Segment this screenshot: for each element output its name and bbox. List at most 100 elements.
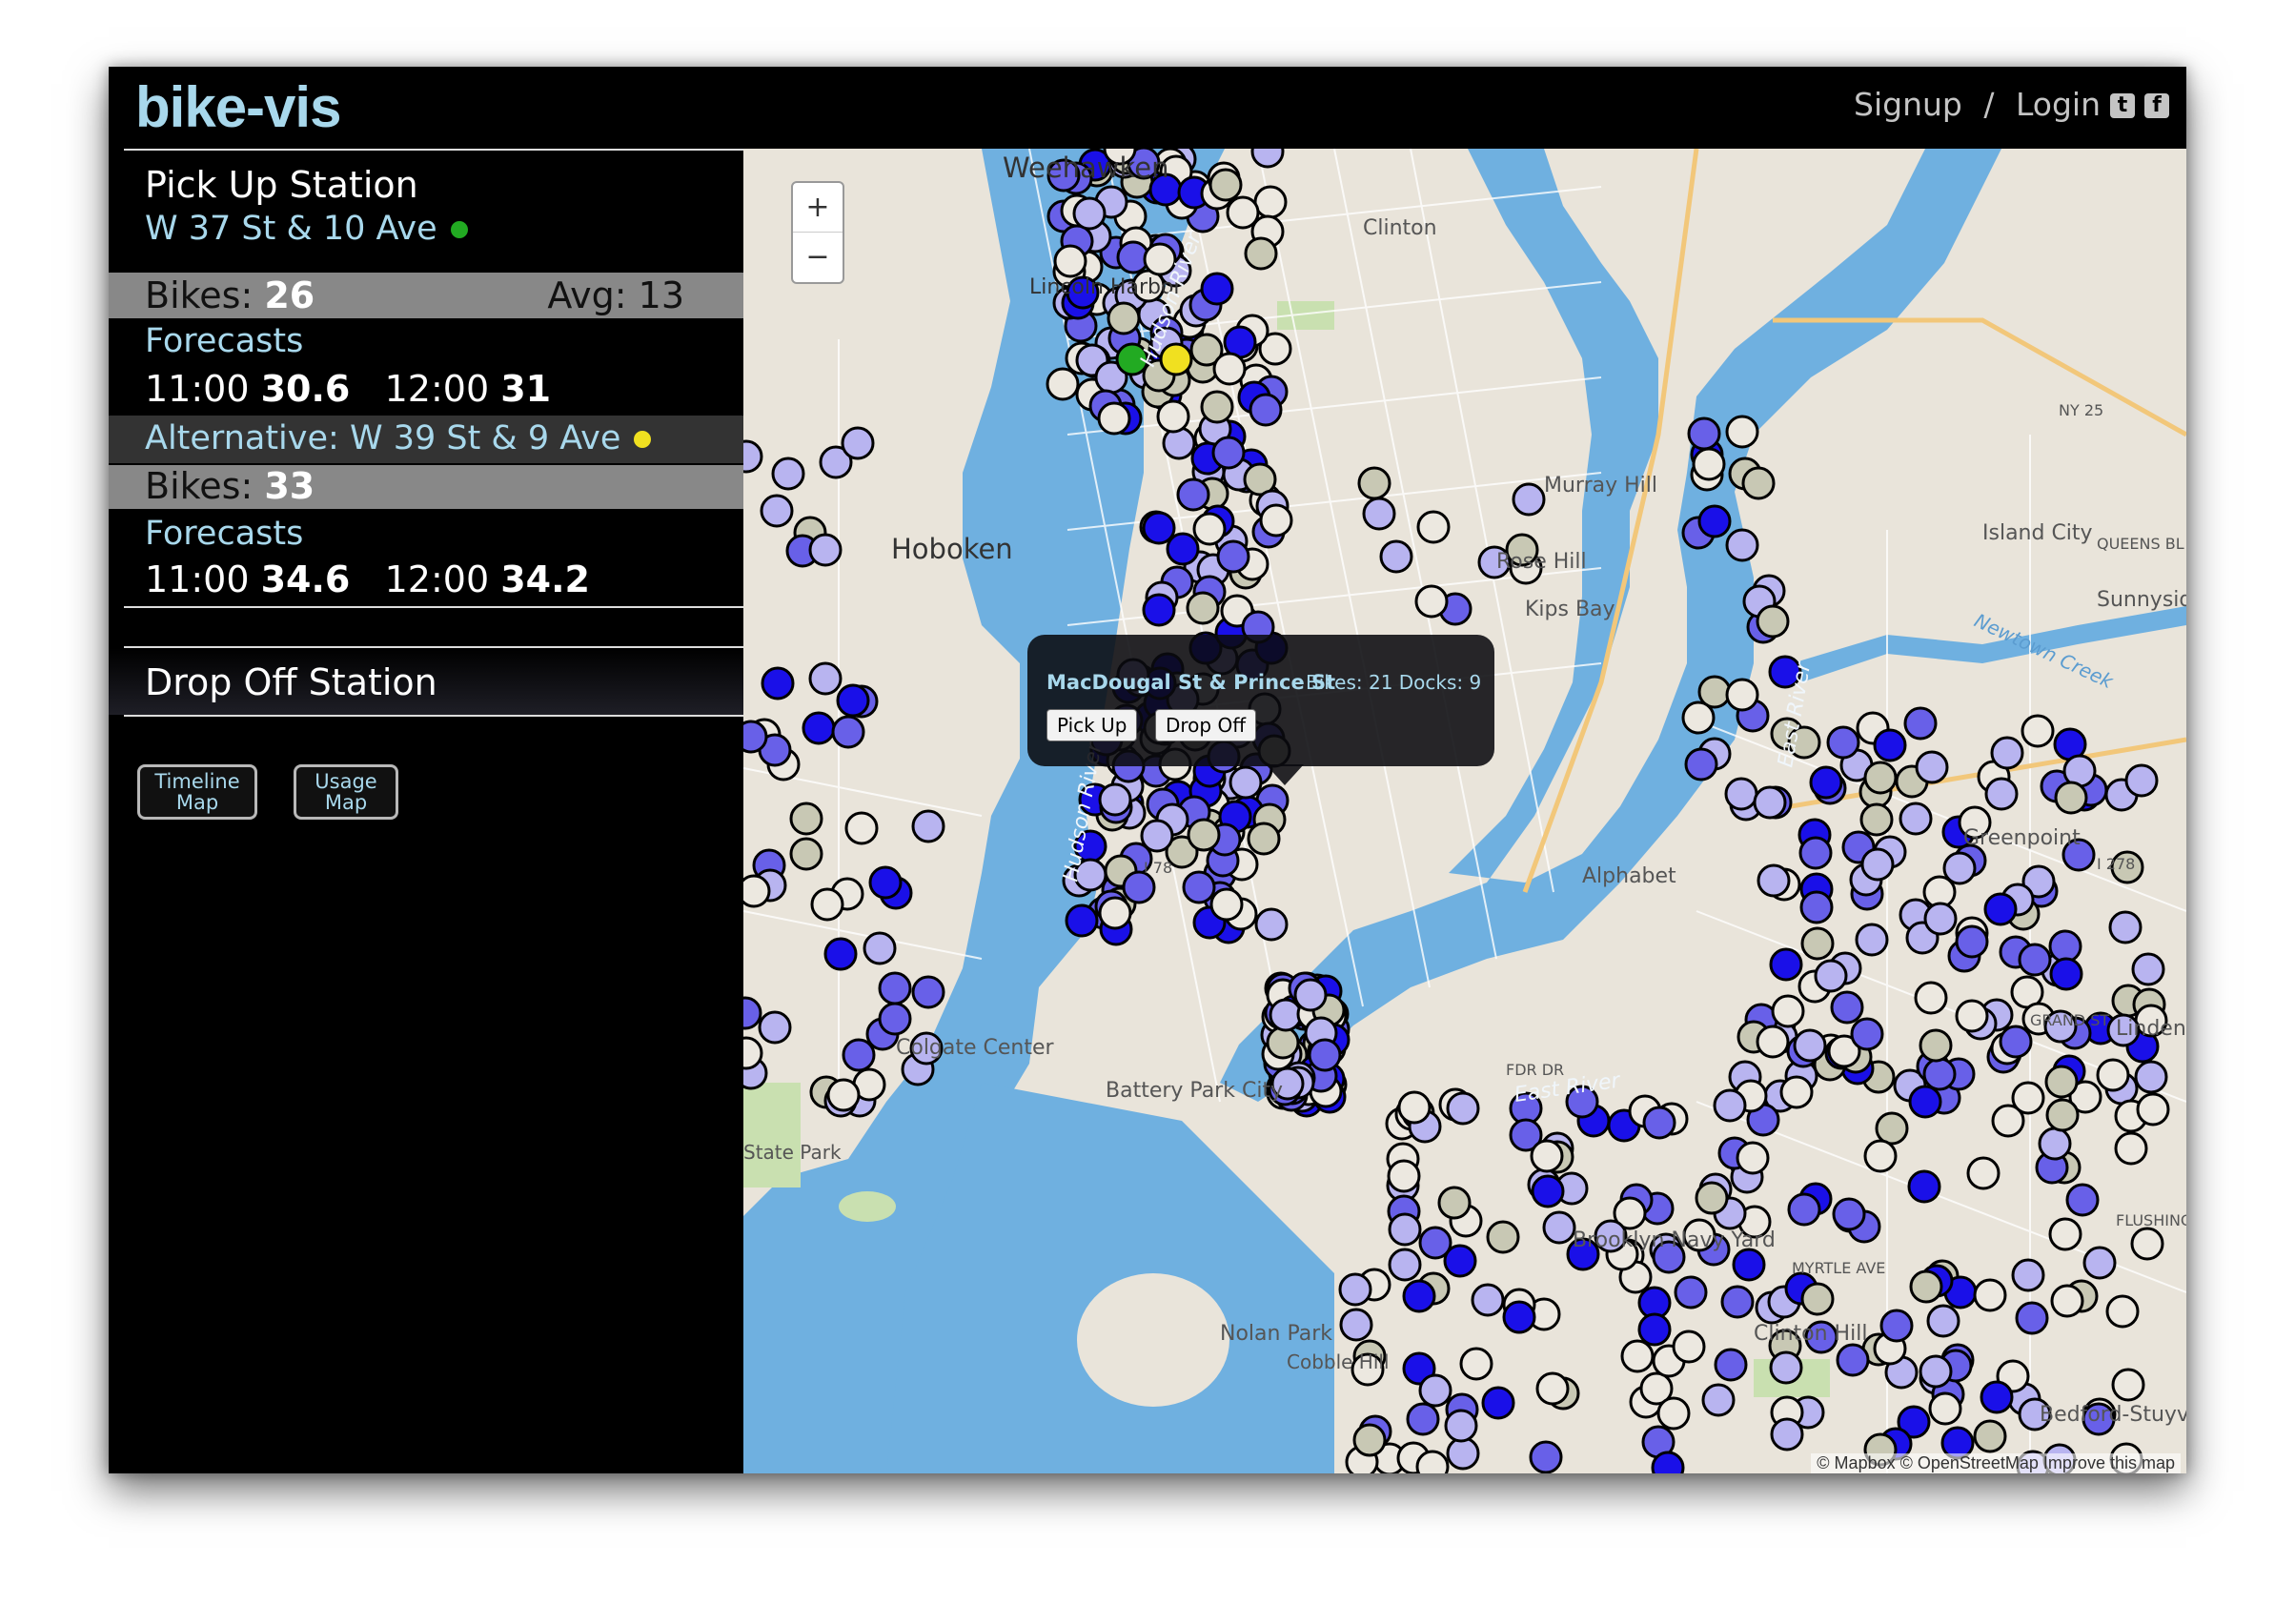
station-marker[interactable] <box>1437 1186 1472 1220</box>
station-marker[interactable] <box>1771 994 1805 1028</box>
station-marker[interactable] <box>1471 1283 1505 1317</box>
alternative-station[interactable]: W 39 St & 9 Ave <box>350 419 620 457</box>
station-marker[interactable] <box>808 533 843 567</box>
station-marker[interactable] <box>842 1038 876 1072</box>
station-marker[interactable] <box>1254 907 1289 942</box>
station-marker[interactable] <box>1098 896 1132 930</box>
station-marker[interactable] <box>831 715 865 749</box>
station-marker[interactable] <box>1725 678 1759 712</box>
station-marker[interactable] <box>2096 1058 2130 1092</box>
station-marker[interactable] <box>1244 236 1278 271</box>
station-marker[interactable] <box>1741 466 1776 500</box>
pickup-station-name[interactable]: W 37 St & 10 Ave <box>145 210 437 248</box>
station-marker[interactable] <box>1915 750 1949 784</box>
station-marker[interactable] <box>2021 714 2055 748</box>
station-marker[interactable] <box>1826 725 1860 760</box>
station-marker[interactable] <box>878 1002 912 1036</box>
station-marker[interactable] <box>1156 399 1190 434</box>
station-marker[interactable] <box>1850 1017 1884 1051</box>
station-marker[interactable] <box>2011 1081 2045 1115</box>
station-marker[interactable] <box>2050 1284 2084 1318</box>
station-marker[interactable] <box>1980 1380 2014 1414</box>
facebook-icon[interactable]: f <box>2144 93 2169 118</box>
station-marker[interactable] <box>1732 1248 1766 1282</box>
station-marker[interactable] <box>2065 1183 2100 1217</box>
station-marker[interactable] <box>1259 503 1293 538</box>
station-marker[interactable] <box>2045 1098 2080 1132</box>
station-marker[interactable] <box>868 865 903 900</box>
station-marker[interactable] <box>1486 1220 1520 1254</box>
station-marker[interactable] <box>1753 785 1787 820</box>
station-marker[interactable] <box>1697 504 1732 538</box>
station-marker[interactable] <box>758 1010 792 1045</box>
station-marker[interactable] <box>1097 401 1131 436</box>
signup-link[interactable]: Signup <box>1854 86 1962 123</box>
station-marker[interactable] <box>1855 923 1889 957</box>
station-marker[interactable] <box>2049 957 2083 991</box>
station-marker[interactable] <box>1832 1197 1866 1231</box>
station-marker[interactable] <box>1955 999 1989 1033</box>
station-marker[interactable] <box>1809 765 1843 800</box>
station-marker[interactable] <box>1216 539 1250 574</box>
station-marker[interactable] <box>1249 393 1283 427</box>
station-marker[interactable] <box>1459 1347 1493 1381</box>
station-marker[interactable] <box>911 809 945 843</box>
twitter-icon[interactable]: t <box>2110 93 2135 118</box>
station-marker[interactable] <box>743 1036 763 1070</box>
station-marker[interactable] <box>1406 1402 1440 1436</box>
station-marker[interactable] <box>1187 818 1221 852</box>
station-marker[interactable] <box>1535 1371 1570 1406</box>
station-marker[interactable] <box>1387 1159 1421 1193</box>
station-marker[interactable] <box>1397 1090 1432 1125</box>
station-marker[interactable] <box>1859 802 1894 837</box>
station-marker[interactable] <box>1209 887 1244 922</box>
station-marker[interactable] <box>1713 1088 1747 1123</box>
station-marker[interactable] <box>771 457 805 491</box>
station-marker[interactable] <box>1502 1300 1536 1334</box>
station-marker[interactable] <box>1415 1450 1450 1473</box>
station-marker[interactable] <box>1736 1141 1770 1175</box>
station-marker[interactable] <box>1687 416 1721 451</box>
station-marker[interactable] <box>1955 924 1989 959</box>
station-marker[interactable] <box>1836 1343 1870 1377</box>
station-marker[interactable] <box>1922 1057 1957 1091</box>
station-marker[interactable] <box>836 683 870 718</box>
station-marker[interactable] <box>1907 1169 1941 1204</box>
station-marker[interactable] <box>826 1078 861 1112</box>
station-marker[interactable] <box>1269 998 1303 1032</box>
station-marker[interactable] <box>789 802 823 836</box>
station-marker[interactable] <box>1724 777 1758 811</box>
station-marker[interactable] <box>1908 1085 1942 1119</box>
station-marker[interactable] <box>1253 185 1288 219</box>
station-marker[interactable] <box>1692 447 1726 481</box>
station-marker[interactable] <box>1863 761 1898 795</box>
station-marker[interactable] <box>1192 512 1227 546</box>
station-marker[interactable] <box>1211 436 1246 470</box>
station-marker[interactable] <box>1140 819 1174 853</box>
station-marker[interactable] <box>1352 1423 1387 1457</box>
station-marker[interactable] <box>2011 1258 2045 1292</box>
station-marker[interactable] <box>1418 1373 1452 1408</box>
station-marker[interactable] <box>802 711 836 745</box>
station-marker[interactable] <box>1923 902 1958 936</box>
station-marker[interactable] <box>1182 870 1216 904</box>
station-map[interactable]: Weehawken Hoboken Lincoln Harbor Clinton… <box>743 149 2186 1473</box>
login-link[interactable]: Login <box>2016 86 2101 123</box>
station-marker[interactable] <box>2131 952 2165 986</box>
map-attribution[interactable]: © Mapbox © OpenStreetMap Improve this ma… <box>1811 1453 2181 1473</box>
station-marker[interactable] <box>1308 1038 1342 1072</box>
map-canvas[interactable]: Weehawken Hoboken Lincoln Harbor Clinton… <box>743 149 2186 1473</box>
station-marker[interactable] <box>743 720 768 754</box>
station-marker[interactable] <box>841 426 875 460</box>
station-marker[interactable] <box>2044 1065 2079 1099</box>
station-marker[interactable] <box>2134 1060 2168 1094</box>
station-marker[interactable] <box>863 931 897 965</box>
station-marker[interactable] <box>1701 1383 1736 1417</box>
station-marker[interactable] <box>1793 1028 1827 1063</box>
station-marker[interactable] <box>1714 1348 1748 1382</box>
station-marker[interactable] <box>2114 1131 2148 1166</box>
station-marker[interactable] <box>844 811 879 845</box>
station-marker[interactable] <box>1418 1226 1452 1260</box>
station-marker[interactable] <box>1362 497 1396 531</box>
brand-logo[interactable]: bike-vis <box>135 74 341 140</box>
